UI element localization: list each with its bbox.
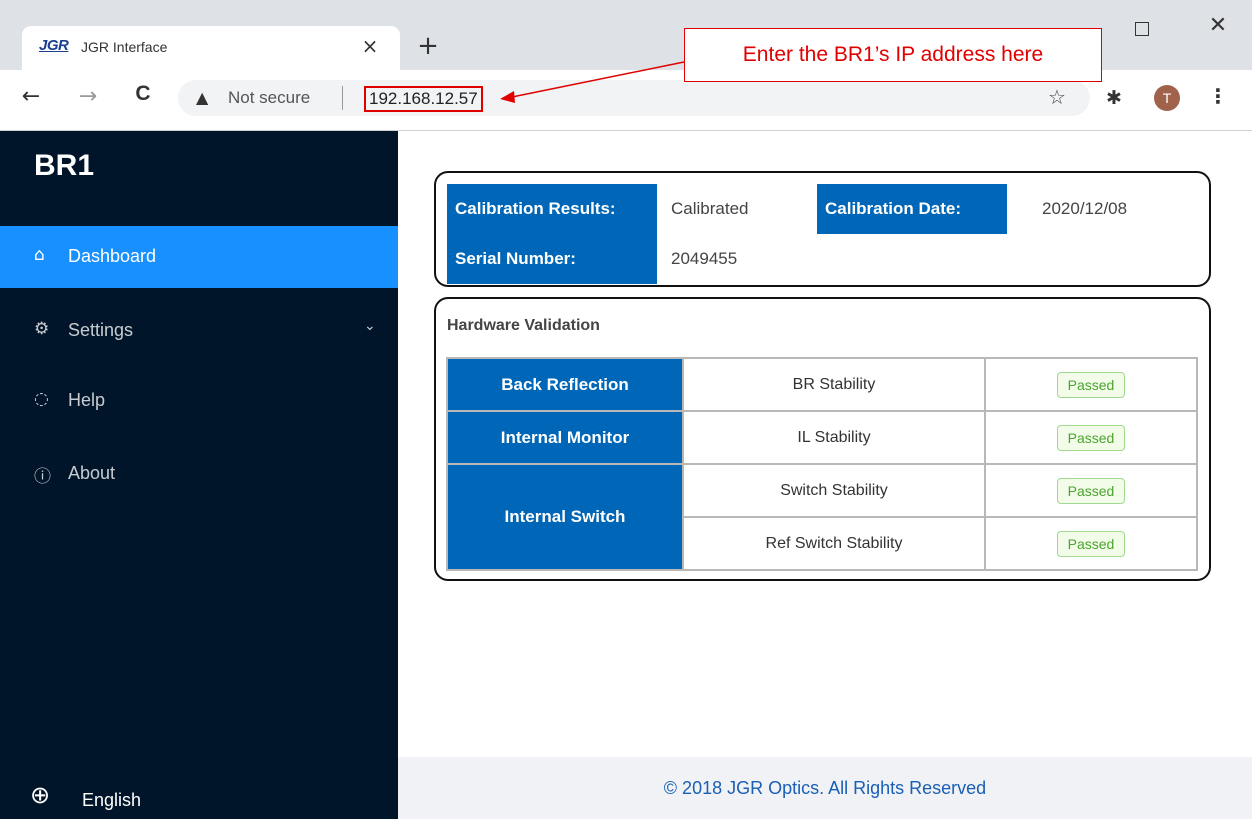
info-icon: ⓘ xyxy=(34,467,51,487)
status-badge: Passed xyxy=(1056,424,1126,451)
calibration-results-label: Calibration Results: xyxy=(447,184,657,234)
hardware-validation-card: Hardware Validation Back Reflection BR S… xyxy=(434,297,1211,581)
tab-title: JGR Interface xyxy=(81,39,168,55)
test-cell: BR Stability xyxy=(682,357,986,412)
page-footer: © 2018 JGR Optics. All Rights Reserved xyxy=(398,757,1252,819)
table-row: Back Reflection BR Stability Passed xyxy=(446,357,1198,412)
not-secure-label: Not secure xyxy=(228,88,311,107)
sidebar-item-dashboard[interactable]: ⌂ Dashboard xyxy=(0,226,398,288)
sidebar-item-label: Help xyxy=(68,390,106,410)
tab-close-icon[interactable]: × xyxy=(358,34,382,58)
hardware-validation-title: Hardware Validation xyxy=(447,317,600,334)
warning-icon: ▲ xyxy=(196,88,209,107)
back-button[interactable]: ← xyxy=(16,82,46,112)
forward-button[interactable]: → xyxy=(73,82,103,112)
group-cell: Internal Switch xyxy=(446,463,684,571)
group-cell: Back Reflection xyxy=(446,357,684,412)
language-label: English xyxy=(82,790,142,810)
test-cell: IL Stability xyxy=(682,410,986,465)
language-selector[interactable]: ⊕ English xyxy=(0,774,398,819)
url-separator xyxy=(342,86,343,110)
hardware-validation-table: Back Reflection BR Stability Passed Inte… xyxy=(446,357,1198,571)
status-badge: Passed xyxy=(1056,477,1126,504)
profile-avatar[interactable]: T xyxy=(1154,85,1180,111)
calibration-date-label: Calibration Date: xyxy=(817,184,1007,234)
status-cell: Passed xyxy=(984,357,1198,412)
test-cell: Switch Stability xyxy=(682,463,986,518)
device-brand: BR1 xyxy=(34,149,95,182)
test-cell: Ref Switch Stability xyxy=(682,516,986,571)
status-cell: Passed xyxy=(984,463,1198,518)
browser-menu-icon[interactable]: ⋮ xyxy=(1208,84,1228,108)
main-content: Calibration Results: Calibrated Calibrat… xyxy=(398,131,1252,819)
address-bar[interactable]: ▲ Not secure 192.168.12.57 ☆ xyxy=(178,80,1090,116)
sidebar-item-label: Dashboard xyxy=(68,246,157,266)
gear-icon: ⚙ xyxy=(34,319,50,339)
status-badge: Passed xyxy=(1056,371,1126,398)
calibration-date-value: 2020/12/08 xyxy=(1042,199,1128,218)
table-row: Internal Switch Switch Stability Passed xyxy=(446,463,1198,571)
table-row: Internal Monitor IL Stability Passed xyxy=(446,410,1198,465)
sidebar-item-help[interactable]: ◌ Help xyxy=(0,370,398,432)
close-window-button[interactable]: ✕ xyxy=(1204,12,1232,40)
calibration-results-value: Calibrated xyxy=(671,199,749,218)
status-badge: Passed xyxy=(1056,530,1126,557)
home-icon: ⌂ xyxy=(34,245,45,265)
jgr-logo-icon: JGR xyxy=(39,37,69,54)
calibration-card: Calibration Results: Calibrated Calibrat… xyxy=(434,171,1211,287)
annotation-callout: Enter the BR1’s IP address here xyxy=(684,28,1102,82)
browser-tab[interactable]: JGR JGR Interface × xyxy=(22,26,400,70)
reload-button[interactable]: C xyxy=(128,82,158,112)
chevron-down-icon: ⌄ xyxy=(364,318,376,334)
help-chat-icon: ◌ xyxy=(34,389,49,409)
status-cell: Passed xyxy=(984,410,1198,465)
sidebar: BR1 ⌂ Dashboard ⚙ Settings ⌄ ◌ Help ⓘ Ab… xyxy=(0,131,398,819)
group-cell: Internal Monitor xyxy=(446,410,684,465)
bookmark-star-icon[interactable]: ☆ xyxy=(1048,85,1066,109)
new-tab-button[interactable]: + xyxy=(412,30,444,62)
url-text[interactable]: 192.168.12.57 xyxy=(364,86,483,112)
serial-number-value: 2049455 xyxy=(671,249,738,268)
status-cell: Passed xyxy=(984,516,1198,571)
sidebar-item-settings[interactable]: ⚙ Settings ⌄ xyxy=(0,300,398,362)
maximize-window-button[interactable] xyxy=(1135,22,1149,36)
globe-icon: ⊕ xyxy=(30,781,51,809)
sidebar-item-label: About xyxy=(68,463,116,483)
sidebar-item-label: Settings xyxy=(68,320,134,340)
serial-number-label: Serial Number: xyxy=(447,234,657,284)
sidebar-item-about[interactable]: ⓘ About xyxy=(0,443,398,505)
extensions-puzzle-icon[interactable]: ✱ xyxy=(1106,87,1122,109)
